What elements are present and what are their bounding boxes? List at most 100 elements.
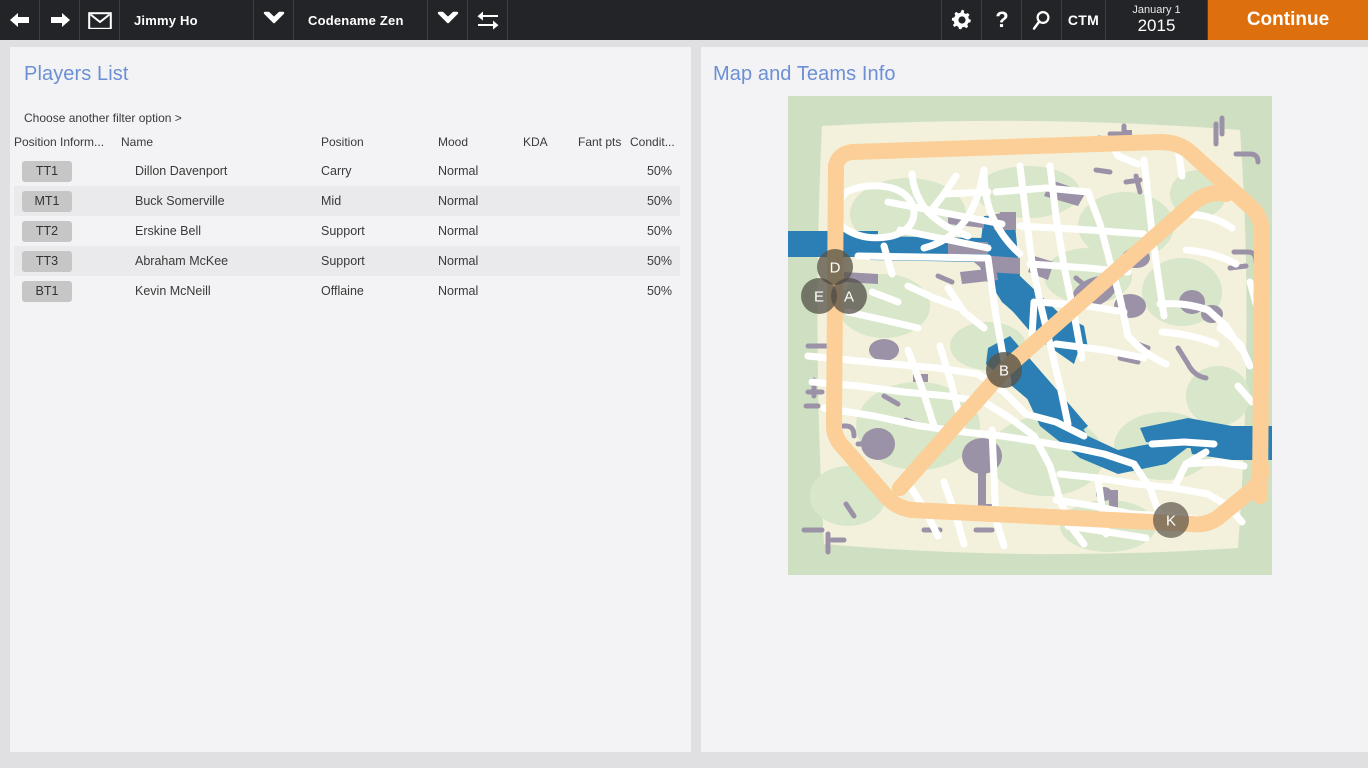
- cell-fant-pts: [578, 246, 630, 276]
- cell-mood: Normal: [438, 186, 523, 216]
- table-row[interactable]: TT3 Abraham McKee Support Normal 50%: [14, 246, 680, 276]
- ctm-label: CTM: [1067, 12, 1100, 28]
- back-button[interactable]: [0, 0, 40, 40]
- cell-condition: 50%: [630, 246, 680, 276]
- map-marker-label-D: D: [830, 260, 841, 277]
- cell-kda: [523, 186, 578, 216]
- filter-option-link[interactable]: Choose another filter option >: [24, 111, 182, 125]
- position-badge: TT3: [22, 250, 72, 272]
- project-dropdown-button[interactable]: [428, 0, 468, 40]
- page-title: Players List: [24, 63, 129, 85]
- map-marker-K[interactable]: K: [1153, 502, 1189, 538]
- table-row[interactable]: TT2 Erskine Bell Support Normal 50%: [14, 216, 680, 246]
- cell-mood: Normal: [438, 216, 523, 246]
- envelope-icon: [87, 11, 112, 29]
- chevron-down-icon: [437, 11, 459, 30]
- user-menu[interactable]: Jimmy Ho: [120, 0, 254, 40]
- map-marker-label-E: E: [814, 289, 824, 306]
- cell-position: Carry: [321, 156, 438, 186]
- cell-condition: 50%: [630, 276, 680, 306]
- map-panel-title: Map and Teams Info: [713, 63, 896, 85]
- question-mark-icon: ?: [993, 8, 1011, 32]
- city-map[interactable]: D E A B K: [788, 96, 1272, 575]
- cell-condition: 50%: [630, 186, 680, 216]
- column-header-mood[interactable]: Mood: [438, 131, 523, 156]
- arrow-right-icon: [47, 10, 73, 30]
- ctm-button[interactable]: CTM: [1062, 0, 1106, 40]
- forward-button[interactable]: [40, 0, 80, 40]
- position-badge: TT1: [22, 160, 72, 182]
- position-badge: BT1: [22, 280, 72, 302]
- toolbar-spacer: [508, 0, 942, 40]
- cell-position-code: TT3: [14, 246, 121, 276]
- cell-position: Support: [321, 216, 438, 246]
- players-table-body: TT1 Dillon Davenport Carry Normal 50% MT1 Buck…: [14, 156, 680, 306]
- map-marker-B[interactable]: B: [986, 352, 1022, 388]
- column-header-condition[interactable]: Condit...: [630, 131, 680, 156]
- map-marker-A[interactable]: A: [831, 278, 867, 314]
- project-name-label: Codename Zen: [308, 12, 404, 28]
- svg-text:?: ?: [995, 8, 1008, 32]
- cell-fant-pts: [578, 186, 630, 216]
- cell-position: Mid: [321, 186, 438, 216]
- cell-name: Abraham McKee: [121, 246, 321, 276]
- map-svg: D E A B K: [788, 96, 1272, 575]
- players-table-header: Position Inform... Name Position Mood KD…: [14, 131, 680, 156]
- top-toolbar: Jimmy Ho Codename Zen ? CTM January 1 20…: [0, 0, 1368, 40]
- swap-arrows-icon: [475, 9, 501, 31]
- help-button[interactable]: ?: [982, 0, 1022, 40]
- cell-kda: [523, 276, 578, 306]
- cell-mood: Normal: [438, 156, 523, 186]
- cell-fant-pts: [578, 276, 630, 306]
- settings-button[interactable]: [942, 0, 982, 40]
- cell-fant-pts: [578, 156, 630, 186]
- chevron-down-icon: [263, 11, 285, 30]
- cell-position: Offlaine: [321, 276, 438, 306]
- table-row[interactable]: MT1 Buck Somerville Mid Normal 50%: [14, 186, 680, 216]
- column-header-name[interactable]: Name: [121, 131, 321, 156]
- cell-condition: 50%: [630, 156, 680, 186]
- cell-kda: [523, 216, 578, 246]
- cell-kda: [523, 246, 578, 276]
- cell-name: Kevin McNeill: [121, 276, 321, 306]
- position-badge: MT1: [22, 190, 72, 212]
- table-header-row: Position Inform... Name Position Mood KD…: [14, 131, 680, 156]
- search-button[interactable]: [1022, 0, 1062, 40]
- gear-icon: [950, 8, 974, 32]
- cell-condition: 50%: [630, 216, 680, 246]
- cell-kda: [523, 156, 578, 186]
- cell-name: Buck Somerville: [121, 186, 321, 216]
- column-header-position[interactable]: Position: [321, 131, 438, 156]
- column-header-position-info[interactable]: Position Inform...: [14, 131, 121, 156]
- column-header-fant-pts[interactable]: Fant pts: [578, 131, 630, 156]
- magnifier-icon: [1031, 9, 1053, 31]
- column-header-kda[interactable]: KDA: [523, 131, 578, 156]
- date-display: January 1 2015: [1106, 0, 1208, 40]
- map-marker-label-A: A: [844, 289, 854, 306]
- map-marker-label-B: B: [999, 363, 1009, 380]
- cell-fant-pts: [578, 216, 630, 246]
- swap-button[interactable]: [468, 0, 508, 40]
- project-menu[interactable]: Codename Zen: [294, 0, 428, 40]
- cell-position-code: TT1: [14, 156, 121, 186]
- continue-label: Continue: [1246, 9, 1330, 30]
- table-row[interactable]: BT1 Kevin McNeill Offlaine Normal 50%: [14, 276, 680, 306]
- cell-position: Support: [321, 246, 438, 276]
- cell-name: Erskine Bell: [121, 216, 321, 246]
- cell-position-code: MT1: [14, 186, 121, 216]
- cell-position-code: TT2: [14, 216, 121, 246]
- cell-position-code: BT1: [14, 276, 121, 306]
- cell-name: Dillon Davenport: [121, 156, 321, 186]
- table-row[interactable]: TT1 Dillon Davenport Carry Normal 50%: [14, 156, 680, 186]
- user-name-label: Jimmy Ho: [134, 12, 198, 28]
- user-dropdown-button[interactable]: [254, 0, 294, 40]
- position-badge: TT2: [22, 220, 72, 242]
- cell-mood: Normal: [438, 276, 523, 306]
- map-marker-label-K: K: [1166, 513, 1176, 530]
- mail-button[interactable]: [80, 0, 120, 40]
- cell-mood: Normal: [438, 246, 523, 276]
- players-table: Position Inform... Name Position Mood KD…: [14, 131, 680, 306]
- date-year-label: 2015: [1137, 15, 1176, 35]
- continue-button[interactable]: Continue: [1208, 0, 1368, 40]
- arrow-left-icon: [7, 10, 33, 30]
